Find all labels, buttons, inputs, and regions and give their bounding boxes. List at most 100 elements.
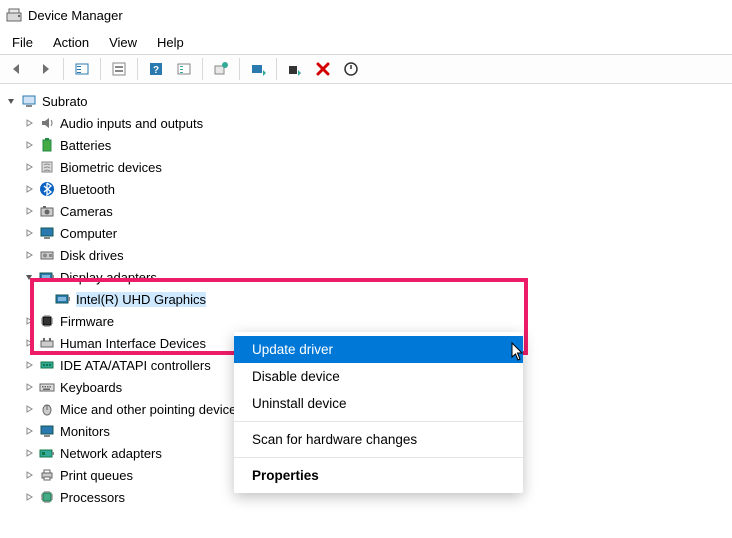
chevron-right-icon[interactable]: [22, 402, 36, 416]
toolbar-separator: [239, 58, 240, 80]
tree-item-label: IDE ATA/ATAPI controllers: [60, 358, 211, 373]
tree-category-biometric[interactable]: Biometric devices: [0, 156, 732, 178]
tree-item-label: Processors: [60, 490, 125, 505]
scan-hardware-button[interactable]: [208, 56, 234, 82]
toolbar-separator: [100, 58, 101, 80]
chevron-right-icon[interactable]: [22, 314, 36, 328]
tree-category-display[interactable]: Display adapters: [0, 266, 732, 288]
chevron-down-icon[interactable]: [22, 270, 36, 284]
chevron-right-icon[interactable]: [22, 358, 36, 372]
network-icon: [38, 444, 56, 462]
tree-root-label: Subrato: [42, 94, 88, 109]
properties-button[interactable]: [106, 56, 132, 82]
tree-item-label: Computer: [60, 226, 117, 241]
toolbar-separator: [202, 58, 203, 80]
display-adapter-icon: [38, 268, 56, 286]
chevron-right-icon[interactable]: [22, 490, 36, 504]
help-button[interactable]: ?: [143, 56, 169, 82]
tree-item-label: Bluetooth: [60, 182, 115, 197]
chevron-right-icon[interactable]: [22, 446, 36, 460]
tree-category-disk[interactable]: Disk drives: [0, 244, 732, 266]
disk-icon: [38, 246, 56, 264]
chevron-right-icon[interactable]: [22, 468, 36, 482]
menu-file[interactable]: File: [2, 33, 43, 52]
tree-item-label: Mice and other pointing devices: [60, 402, 243, 417]
tree-item-label: Intel(R) UHD Graphics: [76, 292, 206, 307]
context-menu-scan-hardware[interactable]: Scan for hardware changes: [234, 426, 523, 453]
show-hide-tree-button[interactable]: [69, 56, 95, 82]
tree-item-label: Firmware: [60, 314, 114, 329]
app-icon: [6, 7, 22, 23]
context-menu-disable-device[interactable]: Disable device: [234, 363, 523, 390]
tree-item-label: Network adapters: [60, 446, 162, 461]
monitor-icon: [38, 224, 56, 242]
update-driver-button[interactable]: [245, 56, 271, 82]
tree-category-computer[interactable]: Computer: [0, 222, 732, 244]
tree-item-label: Cameras: [60, 204, 113, 219]
chip-icon: [38, 312, 56, 330]
tree-category-firmware[interactable]: Firmware: [0, 310, 732, 332]
tree-item-label: Human Interface Devices: [60, 336, 206, 351]
tree-category-audio[interactable]: Audio inputs and outputs: [0, 112, 732, 134]
context-menu-update-driver[interactable]: Update driver: [234, 336, 523, 363]
tree-item-label: Keyboards: [60, 380, 122, 395]
chevron-right-icon[interactable]: [22, 204, 36, 218]
window-title: Device Manager: [28, 8, 123, 23]
uninstall-device-button[interactable]: [310, 56, 336, 82]
enable-device-button[interactable]: [338, 56, 364, 82]
context-menu: Update driver Disable device Uninstall d…: [234, 332, 523, 493]
fingerprint-icon: [38, 158, 56, 176]
toolbar-separator: [276, 58, 277, 80]
chevron-right-icon[interactable]: [22, 336, 36, 350]
context-menu-separator: [234, 457, 523, 458]
toolbar: ?: [0, 54, 732, 84]
tree-item-label: Print queues: [60, 468, 133, 483]
chevron-right-icon[interactable]: [22, 138, 36, 152]
action-button[interactable]: [171, 56, 197, 82]
menu-view[interactable]: View: [99, 33, 147, 52]
forward-button[interactable]: [32, 56, 58, 82]
tree-item-label: Disk drives: [60, 248, 124, 263]
toolbar-separator: [63, 58, 64, 80]
tree-item-label: Monitors: [60, 424, 110, 439]
tree-item-label: Display adapters: [60, 270, 157, 285]
context-menu-uninstall-device[interactable]: Uninstall device: [234, 390, 523, 417]
keyboard-icon: [38, 378, 56, 396]
menu-help[interactable]: Help: [147, 33, 194, 52]
chevron-right-icon[interactable]: [22, 116, 36, 130]
toolbar-separator: [137, 58, 138, 80]
chevron-down-icon[interactable]: [4, 94, 18, 108]
controller-icon: [38, 356, 56, 374]
title-bar: Device Manager: [0, 0, 732, 30]
tree-item-label: Batteries: [60, 138, 111, 153]
context-menu-properties[interactable]: Properties: [234, 462, 523, 489]
chevron-right-icon[interactable]: [22, 226, 36, 240]
tree-item-label: Audio inputs and outputs: [60, 116, 203, 131]
back-button[interactable]: [4, 56, 30, 82]
tree-category-batteries[interactable]: Batteries: [0, 134, 732, 156]
chevron-right-icon[interactable]: [22, 380, 36, 394]
context-menu-separator: [234, 421, 523, 422]
chevron-right-icon[interactable]: [22, 160, 36, 174]
monitor-icon: [38, 422, 56, 440]
camera-icon: [38, 202, 56, 220]
tree-item-label: Biometric devices: [60, 160, 162, 175]
chip-icon: [38, 488, 56, 506]
chevron-right-icon[interactable]: [22, 424, 36, 438]
battery-icon: [38, 136, 56, 154]
disable-device-button[interactable]: [282, 56, 308, 82]
svg-text:?: ?: [153, 65, 159, 76]
tree-category-bluetooth[interactable]: Bluetooth: [0, 178, 732, 200]
tree-root[interactable]: Subrato: [0, 90, 732, 112]
chevron-right-icon[interactable]: [22, 182, 36, 196]
menu-bar: File Action View Help: [0, 30, 732, 54]
printer-icon: [38, 466, 56, 484]
tree-device-intel-uhd[interactable]: Intel(R) UHD Graphics: [0, 288, 732, 310]
chevron-right-icon[interactable]: [22, 248, 36, 262]
hid-icon: [38, 334, 56, 352]
display-adapter-icon: [54, 290, 72, 308]
bluetooth-icon: [38, 180, 56, 198]
menu-action[interactable]: Action: [43, 33, 99, 52]
computer-icon: [20, 92, 38, 110]
tree-category-cameras[interactable]: Cameras: [0, 200, 732, 222]
